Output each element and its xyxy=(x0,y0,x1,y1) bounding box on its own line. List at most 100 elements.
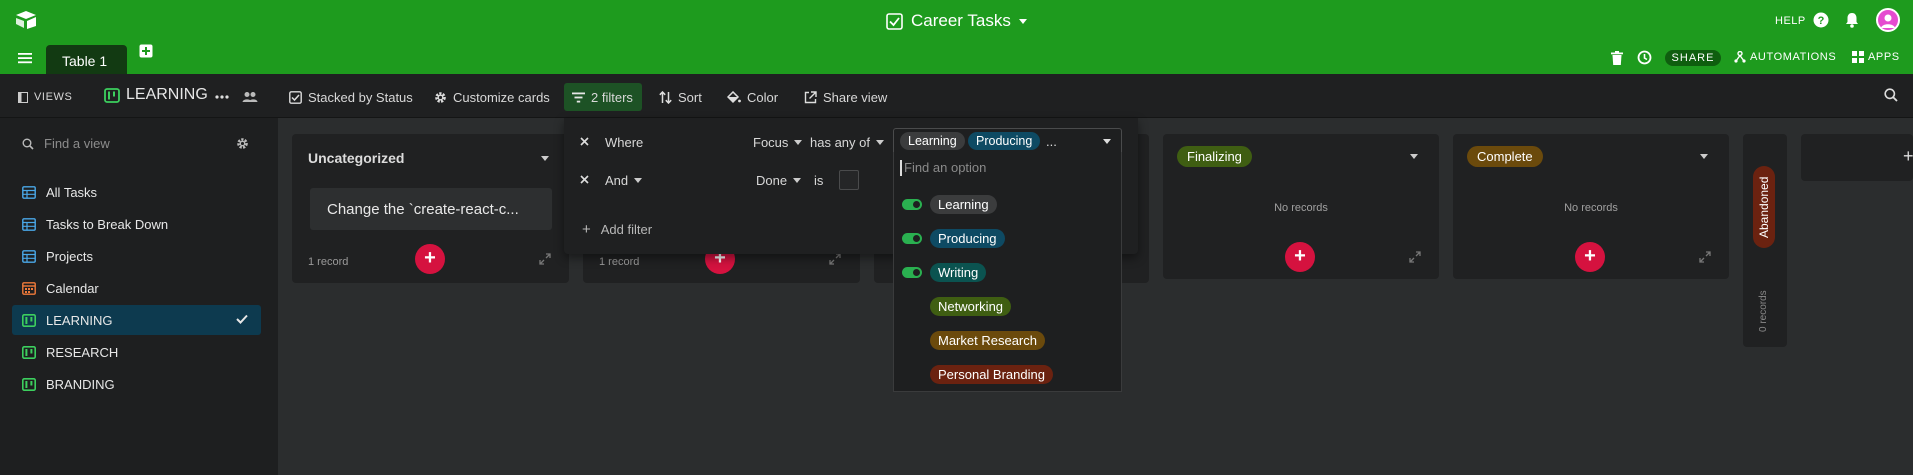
stacked-by-button[interactable]: Stacked by Status xyxy=(289,88,413,106)
expand-icon[interactable] xyxy=(1699,251,1711,263)
sidebar-item-learning[interactable]: LEARNING xyxy=(12,305,261,335)
stack-finalizing: Finalizing No records + xyxy=(1163,134,1439,279)
help-icon[interactable]: ? xyxy=(1813,12,1829,28)
filter-conjunction-select[interactable]: And xyxy=(605,173,643,188)
share-view-button[interactable]: Share view xyxy=(804,88,887,106)
expand-icon[interactable] xyxy=(1409,251,1421,263)
kanban-icon xyxy=(22,345,36,359)
checkbox-icon xyxy=(289,90,302,104)
remove-filter-icon[interactable] xyxy=(580,137,589,146)
color-button[interactable]: Color xyxy=(727,88,778,106)
add-filter-label: Add filter xyxy=(600,222,653,237)
automations-icon xyxy=(1734,51,1746,63)
add-stack-button[interactable]: + xyxy=(1801,134,1913,181)
sidebar-item-all-tasks[interactable]: All Tasks xyxy=(12,177,261,207)
add-record-button[interactable]: + xyxy=(1575,242,1605,272)
kanban-icon xyxy=(104,87,120,103)
field-label: Done xyxy=(756,173,788,188)
filter-icon xyxy=(572,92,585,103)
filter-field-select[interactable]: Focus xyxy=(753,135,803,150)
toggle-off-icon xyxy=(902,335,922,346)
expand-icon[interactable] xyxy=(539,253,551,265)
done-checkbox[interactable] xyxy=(839,170,859,190)
filters-button[interactable]: 2 filters xyxy=(564,83,642,111)
add-table-icon[interactable] xyxy=(139,44,153,58)
option-dropdown: Find an option Learning Producing Writin… xyxy=(893,152,1122,392)
find-option-input[interactable]: Find an option xyxy=(904,160,986,175)
sidebar-item-branding[interactable]: BRANDING xyxy=(12,369,261,399)
tab-label: Table 1 xyxy=(62,53,108,69)
add-record-button[interactable]: + xyxy=(1285,242,1315,272)
value-chip: Producing xyxy=(968,132,1041,150)
gear-icon[interactable] xyxy=(236,137,249,150)
field-label: Focus xyxy=(753,135,789,150)
option-label: Networking xyxy=(930,296,1012,316)
views-toggle[interactable]: VIEWS xyxy=(18,88,72,106)
sidebar-item-label: Projects xyxy=(46,248,93,264)
avatar[interactable] xyxy=(1876,8,1900,32)
automations-button[interactable]: AUTOMATIONS xyxy=(1734,51,1836,63)
complete-badge: Complete xyxy=(1467,146,1543,167)
remove-filter-icon[interactable] xyxy=(580,175,589,184)
option-personal-branding[interactable]: Personal Branding xyxy=(902,362,1053,386)
filter-conjunction: Where xyxy=(605,135,644,150)
collapsed-stack-abandoned[interactable]: Abandoned 0 records xyxy=(1743,134,1787,347)
filter-field-select[interactable]: Done xyxy=(756,173,802,188)
add-filter-button[interactable]: + Add filter xyxy=(582,221,652,238)
record-card[interactable]: Change the `create-react-c... xyxy=(310,188,552,230)
search-icon[interactable] xyxy=(1884,88,1898,102)
bell-icon[interactable] xyxy=(1845,12,1859,28)
sidebar-item-projects[interactable]: Projects xyxy=(12,241,261,271)
apps-button[interactable]: APPS xyxy=(1852,51,1900,63)
chevron-down-icon xyxy=(794,140,803,145)
option-producing[interactable]: Producing xyxy=(902,226,1005,250)
current-view-name[interactable]: LEARNING xyxy=(104,86,208,104)
sidebar-item-tasks-to-break-down[interactable]: Tasks to Break Down xyxy=(12,209,261,239)
sidebar-item-calendar[interactable]: Calendar xyxy=(12,273,261,303)
filter-value-select[interactable]: Learning Producing ... xyxy=(893,128,1122,154)
empty-stack-text: No records xyxy=(1564,202,1618,214)
sort-button[interactable]: Sort xyxy=(659,88,702,106)
find-view-input[interactable]: Find a view xyxy=(44,136,224,151)
record-count: 1 record xyxy=(599,256,640,268)
plus-icon: + xyxy=(582,221,591,238)
base-title[interactable]: Career Tasks xyxy=(886,11,1027,31)
history-icon[interactable] xyxy=(1637,50,1652,65)
stack-complete: Complete No records + xyxy=(1453,134,1729,279)
add-record-button[interactable]: + xyxy=(415,244,445,274)
collaborators-icon[interactable] xyxy=(242,88,258,106)
filter-operator: is xyxy=(814,173,824,188)
option-label: Personal Branding xyxy=(930,364,1053,384)
chevron-down-icon[interactable] xyxy=(1410,154,1418,159)
option-writing[interactable]: Writing xyxy=(902,260,987,284)
stack-title: Complete xyxy=(1467,146,1543,167)
share-icon xyxy=(804,90,817,104)
chevron-down-icon[interactable] xyxy=(541,156,549,161)
airtable-logo-icon[interactable] xyxy=(14,10,38,30)
option-market-research[interactable]: Market Research xyxy=(902,328,1045,352)
gear-icon xyxy=(434,91,447,104)
share-button[interactable]: SHARE xyxy=(1665,50,1721,66)
more-options-icon[interactable] xyxy=(215,88,229,106)
toggle-off-icon xyxy=(902,369,922,380)
option-networking[interactable]: Networking xyxy=(902,294,1012,318)
sidebar-item-research[interactable]: RESEARCH xyxy=(12,337,261,367)
sidebar-item-label: LEARNING xyxy=(46,312,113,328)
apps-icon xyxy=(1852,51,1864,63)
help-link[interactable]: HELP xyxy=(1775,15,1806,27)
option-learning[interactable]: Learning xyxy=(902,192,997,216)
tab-table-1[interactable]: Table 1 xyxy=(46,45,127,81)
hamburger-menu-icon[interactable] xyxy=(18,52,32,64)
chevron-down-icon[interactable] xyxy=(1700,154,1708,159)
plus-icon: + xyxy=(1903,146,1913,166)
check-icon xyxy=(236,314,248,324)
chevron-down-icon xyxy=(793,178,802,183)
stacked-by-label: Stacked by Status xyxy=(308,89,413,105)
expand-icon[interactable] xyxy=(829,253,841,265)
base-title-text: Career Tasks xyxy=(911,11,1011,30)
trash-icon[interactable] xyxy=(1611,51,1623,65)
sidebar-item-label: BRANDING xyxy=(46,376,115,392)
filter-operator-select[interactable]: has any of xyxy=(810,135,884,150)
customize-cards-button[interactable]: Customize cards xyxy=(434,88,550,106)
stack-title: Uncategorized xyxy=(308,150,405,166)
